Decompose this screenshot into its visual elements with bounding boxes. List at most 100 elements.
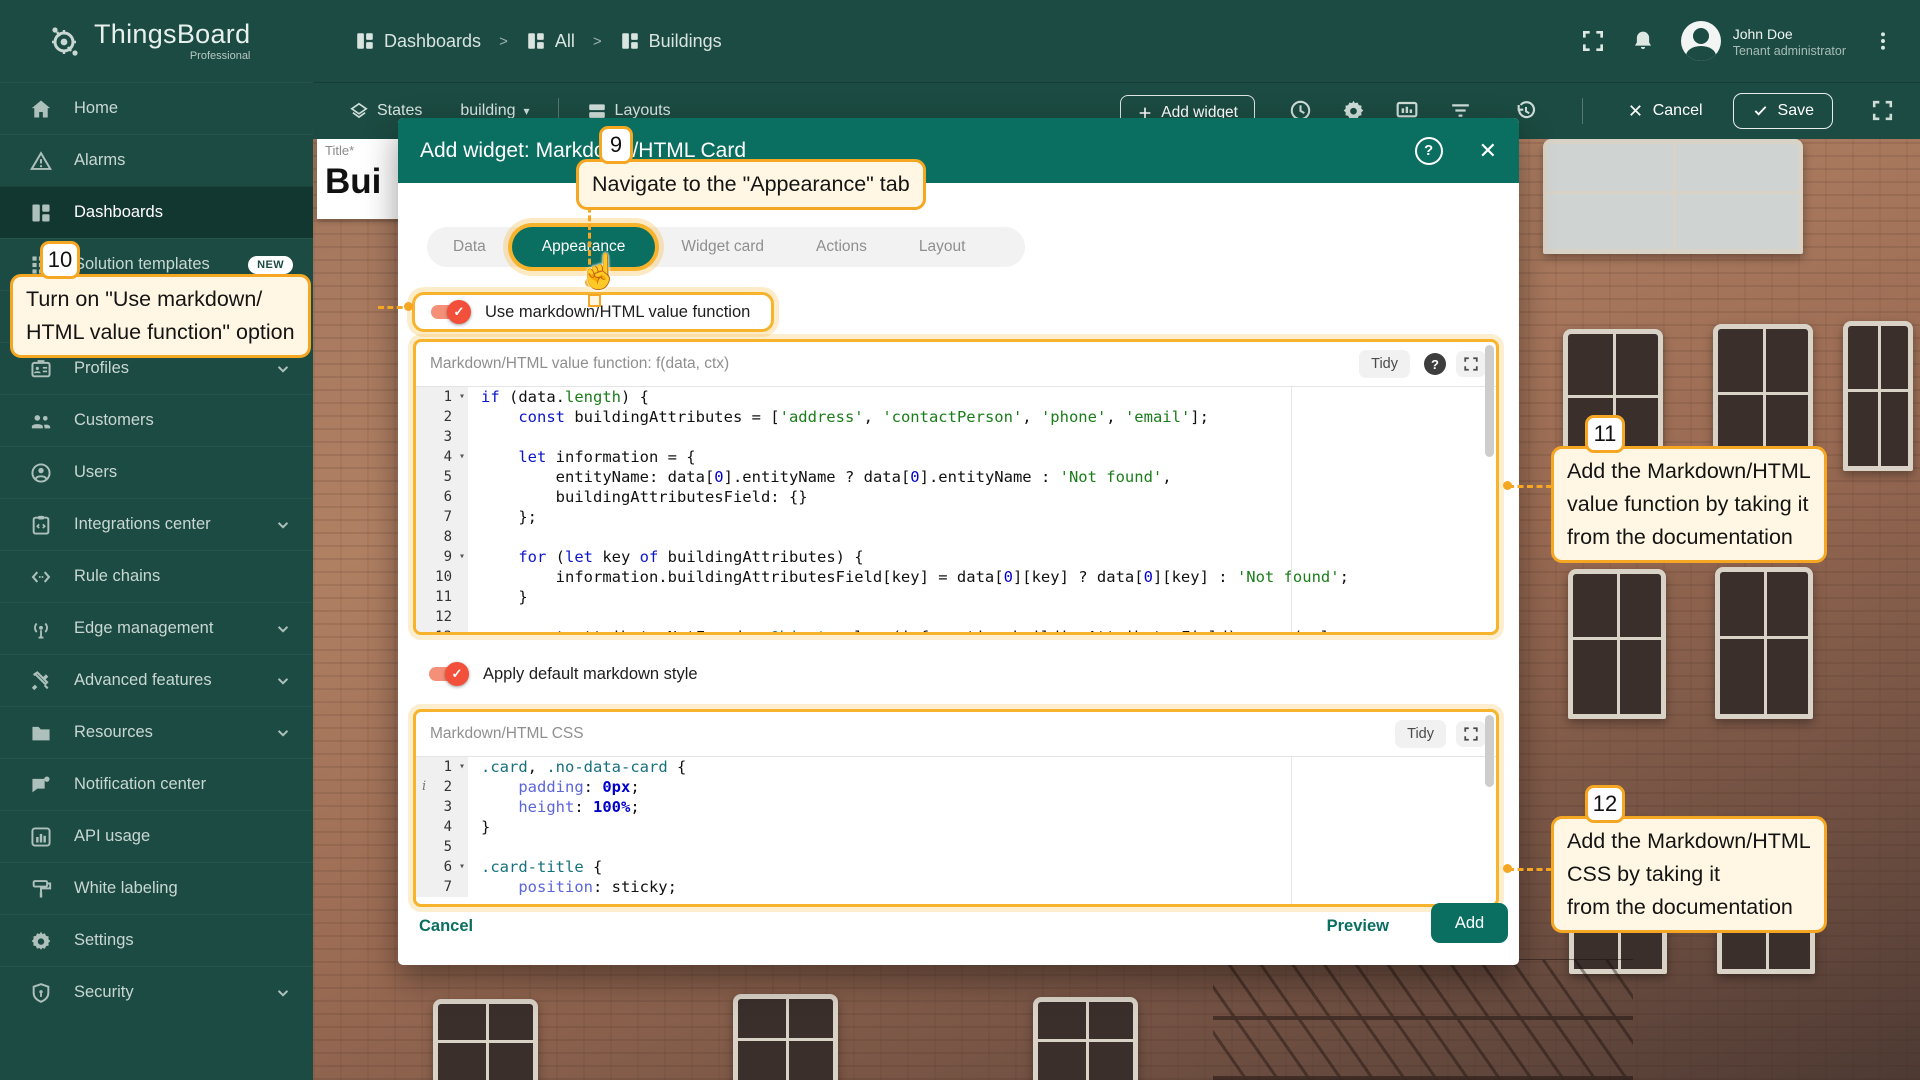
tools-icon (30, 670, 52, 692)
tidy-button[interactable]: Tidy (1359, 350, 1410, 378)
top-bar: ThingsBoard Professional Dashboards > Al… (0, 0, 1920, 83)
sidebar-nav: Home Alarms Dashboards Solution template… (0, 82, 313, 1080)
callout10-connector-dot (404, 302, 413, 311)
sidebar-item-dashboards[interactable]: Dashboards (0, 186, 313, 238)
use-markdown-function-toggle[interactable]: ✓ (429, 302, 469, 322)
callout11-instruction: Add the Markdown/HTML value function by … (1551, 446, 1827, 563)
editor-scrollbar[interactable] (1485, 715, 1494, 787)
sidebar-item-security[interactable]: Security (0, 966, 313, 1018)
callout9-instruction: Navigate to the "Appearance" tab (576, 159, 926, 210)
sidebar-item-rule-chains[interactable]: Rule chains (0, 550, 313, 602)
callout10-number-badge: 10 (40, 241, 80, 279)
logo-title: ThingsBoard (94, 21, 250, 48)
callout12-instruction: Add the Markdown/HTML CSS by taking it f… (1551, 816, 1827, 933)
help-icon[interactable]: ? (1415, 137, 1443, 165)
editor-scrollbar[interactable] (1485, 345, 1494, 457)
building-window (733, 994, 838, 1080)
editor-fullscreen-button[interactable] (1456, 351, 1486, 377)
callout11-number-badge: 11 (1585, 415, 1625, 453)
title-field-value[interactable]: Bui (325, 162, 403, 202)
thingsboard-app: Title* Bui ThingsBoard Professional Dash… (0, 0, 1920, 1080)
paint-roller-icon (30, 878, 52, 900)
notifications-bell-icon[interactable] (1631, 29, 1655, 53)
save-dashboard-button[interactable]: Save (1733, 93, 1833, 129)
breadcrumb-buildings[interactable]: Buildings (620, 31, 722, 52)
add-button[interactable]: Add (1431, 903, 1508, 943)
sidebar-item-resources[interactable]: Resources (0, 706, 313, 758)
sidebar-item-advanced-features[interactable]: Advanced features (0, 654, 313, 706)
toggle-label: Apply default markdown style (483, 665, 698, 684)
building-window (433, 999, 538, 1080)
shield-icon (30, 982, 52, 1004)
state-select[interactable]: building ▾ (460, 102, 529, 120)
sidebar-item-home[interactable]: Home (0, 82, 313, 134)
notification-flag-icon (30, 774, 52, 796)
building-window (1715, 567, 1813, 719)
callout10-instruction: Turn on "Use markdown/ HTML value functi… (10, 274, 311, 358)
widget-config-tabs: Data Appearance Widget card Actions Layo… (427, 227, 1025, 267)
gear-icon (30, 930, 52, 952)
building-window (1843, 321, 1913, 471)
title-field-label: Title* (325, 143, 403, 158)
add-widget-dialog: Add widget: Markdown/HTML Card ? ✕ Data … (398, 118, 1519, 965)
breadcrumb-separator: > (499, 33, 508, 50)
building-window (1568, 569, 1666, 719)
tab-widget-card[interactable]: Widget card (655, 238, 790, 256)
code-area[interactable]: 1▾if (data.length) {2 const buildingAttr… (416, 386, 1496, 633)
chevron-down-icon (273, 515, 293, 535)
more-options-icon[interactable] (1872, 30, 1894, 52)
avatar (1681, 21, 1721, 61)
sidebar-item-alarms[interactable]: Alarms (0, 134, 313, 186)
dashboard-icon (355, 31, 375, 51)
sidebar-item-api-usage[interactable]: API usage (0, 810, 313, 862)
tidy-button[interactable]: Tidy (1395, 720, 1446, 748)
caret-down-icon: ▾ (524, 104, 530, 118)
editor-label: Markdown/HTML value function: f(data, ct… (430, 355, 1349, 373)
sidebar-item-notification-center[interactable]: Notification center (0, 758, 313, 810)
chevron-down-icon (273, 671, 293, 691)
markdown-function-editor: Markdown/HTML value function: f(data, ct… (413, 339, 1499, 635)
tab-actions[interactable]: Actions (790, 238, 893, 256)
home-icon (30, 98, 52, 120)
tab-data[interactable]: Data (427, 238, 512, 256)
sidebar-item-edge-management[interactable]: Edge management (0, 602, 313, 654)
cancel-edit-button[interactable]: Cancel (1627, 102, 1703, 120)
breadcrumb-dashboards[interactable]: Dashboards (355, 31, 481, 52)
fullscreen-icon[interactable] (1581, 29, 1605, 53)
apply-default-style-toggle[interactable]: ✓ (427, 664, 467, 684)
toggle-label: Use markdown/HTML value function (485, 303, 750, 322)
sidebar-item-integrations-center[interactable]: Integrations center (0, 498, 313, 550)
callout11-connector (1508, 485, 1552, 488)
sidebar-item-settings[interactable]: Settings (0, 914, 313, 966)
chevron-down-icon (273, 983, 293, 1003)
fullscreen-icon[interactable] (1871, 99, 1894, 122)
breadcrumb-all[interactable]: All (526, 31, 575, 52)
close-dialog-icon[interactable]: ✕ (1479, 138, 1497, 164)
dashboard-icon (526, 31, 546, 51)
states-layers-icon (349, 101, 369, 121)
dashboard-icon (620, 31, 640, 51)
sidebar-item-customers[interactable]: Customers (0, 394, 313, 446)
toolbar-divider (1582, 98, 1583, 124)
preview-button[interactable]: Preview (1327, 917, 1389, 936)
person-icon (30, 462, 52, 484)
user-name: John Doe (1733, 24, 1846, 44)
antenna-icon (30, 618, 52, 640)
thingsboard-logo[interactable]: ThingsBoard Professional (0, 21, 313, 62)
click-indicator (588, 294, 601, 307)
code-area[interactable]: 1▾.card, .no-data-card {i2 padding: 0px;… (416, 756, 1496, 905)
fullscreen-icon (1463, 356, 1479, 372)
editor-fullscreen-button[interactable] (1456, 721, 1486, 747)
tab-layout[interactable]: Layout (893, 238, 992, 256)
dialog-cancel-button[interactable]: Cancel (419, 917, 473, 936)
fire-escape (1213, 959, 1633, 1080)
sidebar-item-white-labeling[interactable]: White labeling (0, 862, 313, 914)
close-icon (1627, 102, 1644, 119)
building-window (1033, 997, 1138, 1080)
alarm-warning-icon (30, 150, 52, 172)
sidebar-item-users[interactable]: Users (0, 446, 313, 498)
new-badge: NEW (248, 256, 293, 274)
editor-help-icon[interactable]: ? (1424, 353, 1446, 375)
people-icon (30, 410, 52, 432)
user-menu[interactable]: John Doe Tenant administrator (1681, 21, 1846, 61)
